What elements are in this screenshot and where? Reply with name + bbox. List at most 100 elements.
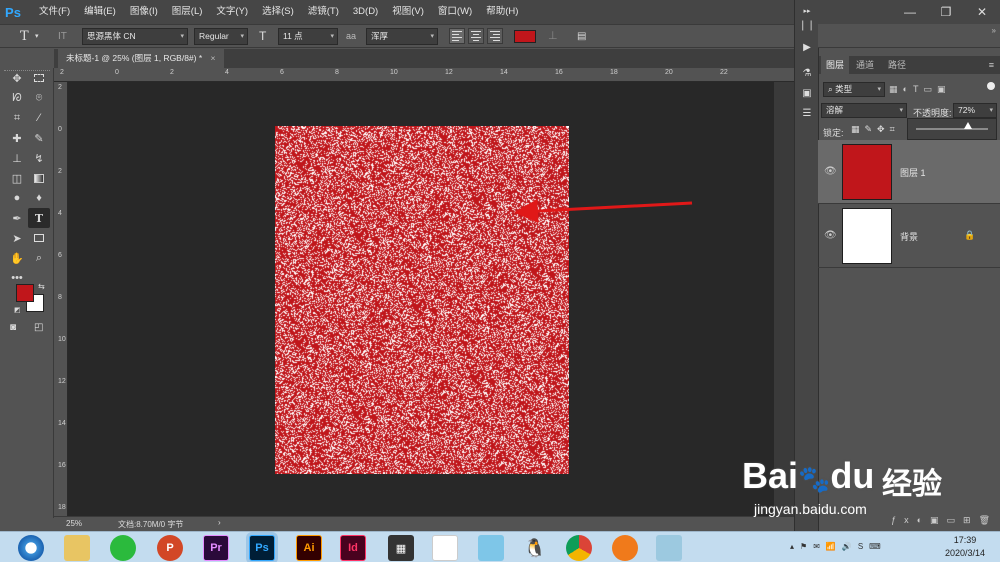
menu-item[interactable]: 视图(V) <box>385 0 431 24</box>
layer-name[interactable]: 背景 <box>900 230 918 243</box>
menu-item[interactable]: 窗口(W) <box>431 0 479 24</box>
marquee-tool-icon[interactable] <box>28 68 50 88</box>
file-explorer-icon[interactable] <box>64 535 90 561</box>
opacity-slider-track[interactable] <box>916 128 988 130</box>
antialias-select[interactable]: 浑厚 ▾ <box>366 28 438 45</box>
clock-time[interactable]: 17:39 <box>940 535 990 545</box>
text-color-swatch[interactable] <box>514 30 536 43</box>
align-right-button[interactable] <box>487 28 503 44</box>
video-editor-icon[interactable]: ▦ <box>388 535 414 561</box>
path-selection-tool-icon[interactable]: ➤ <box>6 228 28 248</box>
pen-tool-icon[interactable]: ✒ <box>6 208 28 228</box>
document-tab[interactable]: 未标题-1 @ 25% (图层 1, RGB/8#) * × <box>58 49 224 68</box>
layer-filter-icons[interactable]: ▦◐T▭▣ <box>889 84 950 95</box>
menu-item[interactable]: 图像(I) <box>123 0 165 24</box>
healing-brush-tool-icon[interactable]: ✚ <box>6 128 28 148</box>
tools-presets-icon[interactable]: ⚗ <box>795 64 819 82</box>
quick-select-tool-icon[interactable]: ⌾ <box>28 88 50 108</box>
vertical-scrollbar[interactable] <box>774 82 794 516</box>
text-orientation-icon[interactable]: IT <box>58 28 67 45</box>
tab-channels[interactable]: 通道 <box>851 56 879 74</box>
align-center-button[interactable] <box>468 28 484 44</box>
menu-item[interactable]: 选择(S) <box>255 0 301 24</box>
zoom-level[interactable]: 25% <box>66 519 82 528</box>
id-app-icon[interactable]: Id <box>340 535 366 561</box>
opacity-slider-thumb[interactable] <box>963 122 972 129</box>
ai-app-icon[interactable]: Ai <box>296 535 322 561</box>
layer-name[interactable]: 图层 1 <box>900 166 926 179</box>
warp-text-icon[interactable]: ⊥ <box>548 28 558 45</box>
close-button[interactable]: ✕ <box>964 0 1000 24</box>
tab-paths[interactable]: 路径 <box>883 56 911 74</box>
wechat-icon[interactable] <box>110 535 136 561</box>
character-panel-icon[interactable]: ▤ <box>577 28 586 45</box>
play-icon[interactable]: ▶ <box>795 38 819 56</box>
menu-item[interactable]: 文件(F) <box>32 0 77 24</box>
rectangle-tool-icon[interactable] <box>28 228 50 248</box>
zoom-tool-icon[interactable]: ⌕ <box>28 248 50 268</box>
clock-date[interactable]: 2020/3/14 <box>936 548 994 558</box>
menu-item[interactable]: 图层(L) <box>165 0 210 24</box>
font-family-select[interactable]: 思源黑体 CN ▾ <box>82 28 188 45</box>
font-style-select[interactable]: Regular ▾ <box>194 28 248 45</box>
visibility-eye-icon[interactable]: 👁 <box>824 230 837 241</box>
lasso-tool-icon[interactable]: ᘗ <box>6 88 28 108</box>
foreground-color-swatch[interactable] <box>16 284 34 302</box>
start-button-icon[interactable] <box>18 535 44 561</box>
eyedropper-tool-icon[interactable]: ⁄ <box>28 108 50 128</box>
type-tool-icon[interactable]: T <box>28 208 50 228</box>
close-tab-icon[interactable]: × <box>211 53 216 63</box>
app-icon[interactable] <box>656 535 682 561</box>
layer-filter-select[interactable]: ⌕ 类型 ▾ <box>823 82 885 97</box>
visibility-eye-icon[interactable]: 👁 <box>824 166 837 177</box>
blend-mode-select[interactable]: 溶解 ▾ <box>821 103 907 118</box>
system-tray[interactable]: ▴⚑✉📶🔊S⌨ <box>790 542 887 551</box>
clone-stamp-tool-icon[interactable]: ⊥ <box>6 148 28 168</box>
eraser-tool-icon[interactable]: ◫ <box>6 168 28 188</box>
dodge-tool-icon[interactable]: ♦ <box>28 188 50 208</box>
brush-tool-icon[interactable]: ✎ <box>28 128 50 148</box>
menu-item[interactable]: 编辑(E) <box>77 0 123 24</box>
layer-actions-bar[interactable]: ƒx◐▣▭⊞🗑 <box>820 515 998 529</box>
panel-menu-icon[interactable]: ≡ <box>989 60 994 70</box>
cloud-app-icon[interactable] <box>478 535 504 561</box>
opacity-input[interactable]: 72% ▾ <box>953 103 997 118</box>
ps-app-icon[interactable]: Ps <box>249 535 275 561</box>
menu-item[interactable]: 滤镜(T) <box>301 0 346 24</box>
move-tool-icon[interactable]: ✥ <box>6 68 28 88</box>
chrome-icon[interactable] <box>566 535 592 561</box>
document-canvas[interactable] <box>275 126 569 474</box>
qq-icon[interactable]: 🐧 <box>522 535 548 561</box>
menu-item[interactable]: 帮助(H) <box>479 0 525 24</box>
default-colors-icon[interactable]: ◩ <box>14 306 21 314</box>
media-player-icon[interactable] <box>612 535 638 561</box>
collapse-panels-icon[interactable]: » <box>992 26 996 35</box>
history-brush-tool-icon[interactable]: ↯ <box>28 148 50 168</box>
hand-tool-icon[interactable]: ✋ <box>6 248 28 268</box>
crop-tool-icon[interactable]: ⌗ <box>6 108 28 128</box>
layer-row[interactable]: 👁 图层 1 <box>818 140 1000 204</box>
text-tool-preset-icon[interactable]: T <box>20 28 29 45</box>
pr-app-icon[interactable]: Pr <box>203 535 229 561</box>
play-action-icon[interactable]: ❘❘ <box>795 16 819 34</box>
tab-layers[interactable]: 图层 <box>821 56 850 74</box>
powerpoint-icon[interactable]: P <box>157 535 183 561</box>
align-left-button[interactable] <box>449 28 465 44</box>
app-icon[interactable] <box>432 535 458 561</box>
lock-icons[interactable]: ▦✎✥⌗ <box>851 124 900 135</box>
menu-item[interactable]: 3D(D) <box>346 0 385 24</box>
menu-item[interactable]: 文字(Y) <box>209 0 255 24</box>
properties-icon[interactable]: ▣ <box>795 84 819 102</box>
chevron-right-icon[interactable]: › <box>218 518 221 527</box>
quick-mask-icon[interactable]: ◙ <box>10 322 16 333</box>
minimize-button[interactable]: — <box>892 0 928 24</box>
screen-mode-icon[interactable]: ◰ <box>34 322 43 333</box>
restore-button[interactable]: ❐ <box>928 0 964 24</box>
filter-toggle-icon[interactable] <box>987 82 995 90</box>
layer-row[interactable]: 👁 背景 🔒 <box>818 204 1000 268</box>
swap-colors-icon[interactable]: ⇆ <box>38 282 45 291</box>
font-size-select[interactable]: 11 点 ▾ <box>278 28 338 45</box>
gradient-tool-icon[interactable] <box>28 168 50 188</box>
adjustments-icon[interactable]: ☰ <box>795 104 819 122</box>
blur-tool-icon[interactable]: ● <box>6 188 28 208</box>
